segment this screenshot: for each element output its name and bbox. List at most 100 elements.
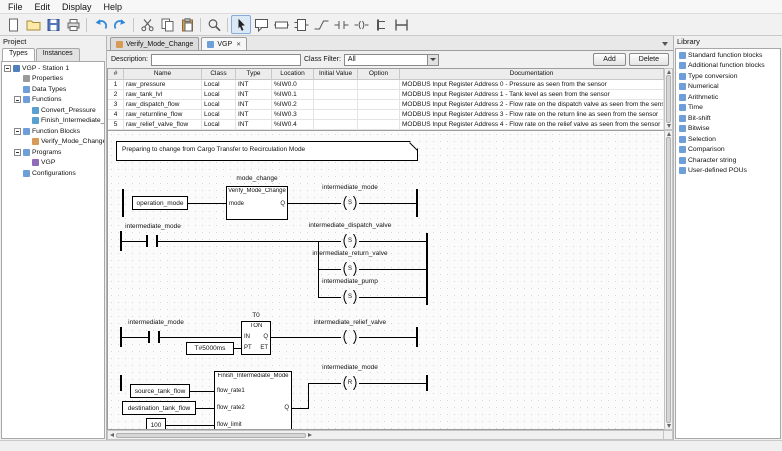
ld-literal-timer-preset[interactable]: T#5000ms [186, 342, 234, 355]
tree-item-convert-pressure[interactable]: Convert_Pressure [2, 105, 104, 116]
col-header[interactable]: Type [236, 69, 272, 79]
cell[interactable]: Local [202, 110, 236, 119]
rung-tool-button[interactable] [391, 15, 411, 34]
cell[interactable]: INT [236, 90, 272, 99]
cut-button[interactable] [137, 15, 157, 34]
tree-item-functions[interactable]: Functions [2, 95, 104, 106]
canvas-vertical-scrollbar[interactable] [664, 130, 673, 430]
collapse-icon[interactable] [14, 96, 21, 104]
cell[interactable]: raw_relief_valve_flow [124, 120, 202, 129]
ladder-canvas[interactable]: Preparing to change from Cargo Transfer … [107, 130, 664, 430]
project-tree[interactable]: VGP - Station 1 Properties Data Types Fu… [1, 61, 105, 439]
scroll-down-icon[interactable] [666, 124, 671, 128]
tree-item-programs[interactable]: Programs [2, 147, 104, 158]
cell[interactable] [314, 120, 358, 129]
cell[interactable]: %IW0.4 [272, 120, 314, 129]
canvas-horizontal-scrollbar[interactable] [107, 430, 664, 440]
cell[interactable]: Local [202, 80, 236, 89]
table-row[interactable]: 1 raw_pressure Local INT %IW0.0 MODBUS I… [108, 80, 664, 90]
tree-item-configurations[interactable]: Configurations [2, 168, 104, 179]
ld-variable-operation-mode[interactable]: operation_mode [132, 196, 188, 210]
variable-tool-button[interactable] [271, 15, 291, 34]
table-vertical-scrollbar[interactable] [664, 68, 673, 130]
menu-help[interactable]: Help [98, 1, 129, 13]
paste-button[interactable] [177, 15, 197, 34]
col-header[interactable]: Initial Value [314, 69, 358, 79]
cell[interactable]: Local [202, 100, 236, 109]
scrollbar-thumb[interactable] [666, 137, 671, 423]
close-icon[interactable]: ✕ [236, 41, 241, 48]
col-header[interactable]: Name [124, 69, 202, 79]
scroll-up-icon[interactable] [666, 70, 671, 74]
ld-block-verify-mode-change[interactable]: Verify_Mode_Change mode Q [226, 186, 288, 220]
library-item-character-string[interactable]: Character string [676, 155, 780, 166]
tab-types[interactable]: Types [2, 48, 35, 61]
scroll-up-icon[interactable] [666, 132, 671, 136]
cell[interactable]: MODBUS Input Register Address 1 - Tank l… [400, 90, 664, 99]
cell[interactable] [314, 80, 358, 89]
power-rail-tool-button[interactable] [371, 15, 391, 34]
tree-item-properties[interactable]: Properties [2, 74, 104, 85]
cell[interactable] [358, 120, 400, 129]
tree-item-function-blocks[interactable]: Function Blocks [2, 126, 104, 137]
cell[interactable]: Local [202, 120, 236, 129]
collapse-icon[interactable] [14, 148, 21, 156]
description-input[interactable] [150, 53, 301, 66]
cell[interactable] [314, 110, 358, 119]
comment-tool-button[interactable] [251, 15, 271, 34]
collapse-icon[interactable] [4, 64, 11, 72]
menu-display[interactable]: Display [56, 1, 98, 13]
cell[interactable]: MODBUS Input Register Address 2 - Flow r… [400, 100, 664, 109]
cell[interactable]: Local [202, 90, 236, 99]
cell[interactable]: %IW0.1 [272, 90, 314, 99]
block-tool-button[interactable] [291, 15, 311, 34]
col-header[interactable]: Documentation [400, 69, 664, 79]
variable-table[interactable]: # Name Class Type Location Initial Value… [107, 68, 664, 130]
ld-coil-set-intermediate-pump[interactable]: S [341, 290, 359, 304]
cell[interactable]: raw_dispatch_flow [124, 100, 202, 109]
ld-variable-source-tank-flow[interactable]: source_tank_flow [130, 384, 190, 398]
cell[interactable] [358, 80, 400, 89]
cell[interactable]: %IW0.0 [272, 80, 314, 89]
connection-tool-button[interactable] [311, 15, 331, 34]
menu-edit[interactable]: Edit [29, 1, 57, 13]
scrollbar-thumb[interactable] [666, 75, 671, 123]
tree-item-finish-intermediate-mode[interactable]: Finish_Intermediate_Mode [2, 116, 104, 127]
class-filter-select[interactable]: All [343, 53, 439, 66]
table-row[interactable]: 5 raw_relief_valve_flow Local INT %IW0.4… [108, 120, 664, 130]
cell[interactable]: raw_returnline_flow [124, 110, 202, 119]
tree-item-data-types[interactable]: Data Types [2, 84, 104, 95]
ld-contact-intermediate-mode[interactable] [146, 235, 158, 247]
tab-list-dropdown-icon[interactable] [662, 41, 668, 46]
ld-variable-destination-tank-flow[interactable]: destination_tank_flow [122, 401, 196, 415]
table-row[interactable]: 4 raw_returnline_flow Local INT %IW0.3 M… [108, 110, 664, 120]
print-button[interactable] [63, 15, 83, 34]
table-row[interactable]: 3 raw_dispatch_flow Local INT %IW0.2 MOD… [108, 100, 664, 110]
cell[interactable]: raw_pressure [124, 80, 202, 89]
ld-block-finish-intermediate-mode[interactable]: Finish_Intermediate_Mode flow_rate1 flow… [214, 371, 292, 429]
library-item-type-conversion[interactable]: Type conversion [676, 71, 780, 82]
scroll-left-icon[interactable] [110, 433, 114, 437]
ld-literal-100[interactable]: 100 [146, 418, 166, 429]
cell[interactable]: 3 [108, 100, 124, 109]
cell[interactable]: INT [236, 120, 272, 129]
library-item-user-defined-pous[interactable]: User-defined POUs [676, 166, 780, 177]
contact-tool-button[interactable] [331, 15, 351, 34]
collapse-icon[interactable] [14, 127, 21, 135]
cell[interactable] [314, 90, 358, 99]
tab-verify-mode-change[interactable]: Verify_Mode_Change [110, 37, 200, 50]
ld-coil-set-intermediate-return-valve[interactable]: S [341, 262, 359, 276]
ld-block-ton-timer[interactable]: TON IN Q PT ET [241, 321, 271, 355]
cell[interactable]: 1 [108, 80, 124, 89]
search-button[interactable] [204, 15, 224, 34]
library-item-additional-function-blocks[interactable]: Additional function blocks [676, 61, 780, 72]
cell[interactable]: INT [236, 80, 272, 89]
tab-instances[interactable]: Instances [35, 48, 80, 61]
col-header[interactable]: Option [358, 69, 400, 79]
cell[interactable]: 4 [108, 110, 124, 119]
tree-item-station[interactable]: VGP - Station 1 [2, 63, 104, 74]
redo-button[interactable] [110, 15, 130, 34]
tree-item-verify-mode-change[interactable]: Verify_Mode_Change [2, 137, 104, 148]
cell[interactable]: 5 [108, 120, 124, 129]
library-item-bitwise[interactable]: Bitwise [676, 124, 780, 135]
